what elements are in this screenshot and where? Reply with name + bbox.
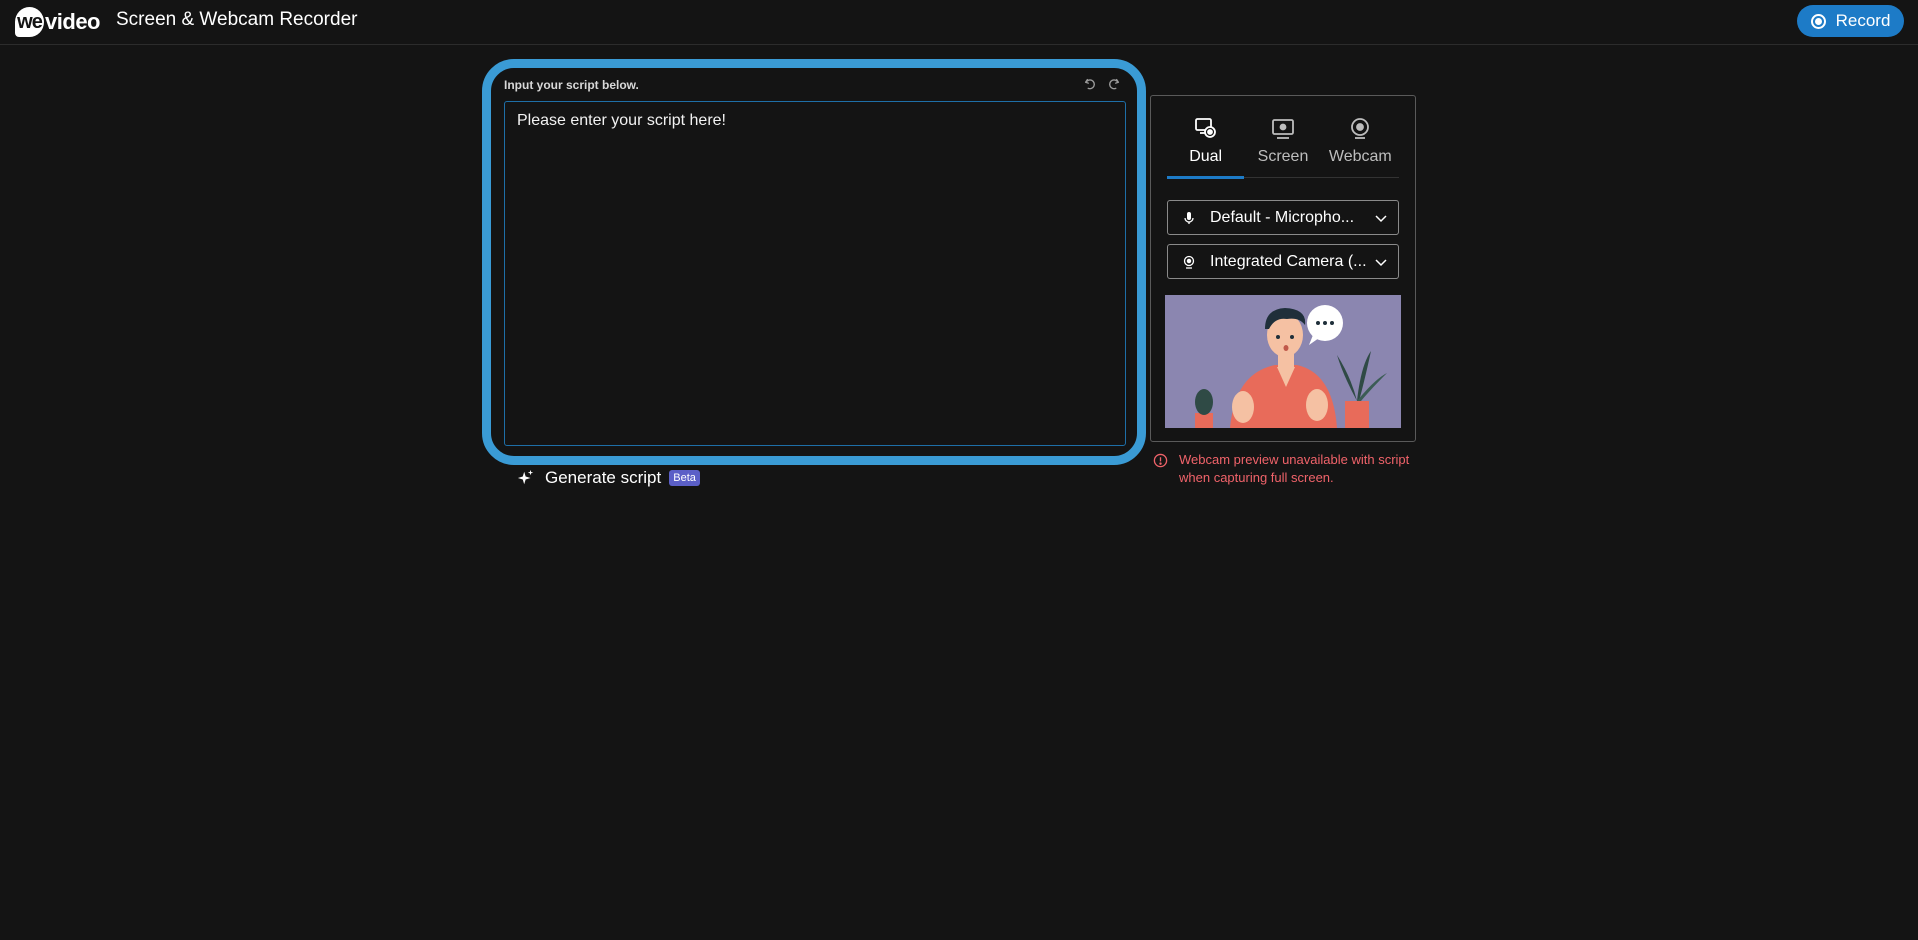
beta-badge: Beta (669, 470, 700, 486)
app-title: Screen & Webcam Recorder (116, 9, 358, 30)
sparkle-icon (517, 469, 534, 485)
tab-screen[interactable]: Screen (1244, 116, 1321, 177)
microphone-select-value: Default - Micropho... (1210, 208, 1355, 226)
record-button[interactable]: Record (1797, 5, 1904, 37)
recorder-panel: Dual Screen Webcam Default - Micropho...… (1150, 95, 1416, 442)
camera-select-value: Integrated Camera (... (1210, 252, 1367, 270)
undo-icon[interactable] (1083, 77, 1097, 91)
generate-script-label: Generate script (545, 468, 662, 487)
presenter-illustration (1165, 295, 1401, 428)
microphone-select[interactable]: Default - Micropho... (1167, 200, 1399, 235)
tab-dual-label: Dual (1189, 148, 1223, 165)
script-label: Input your script below. (504, 78, 639, 92)
camera-select[interactable]: Integrated Camera (... (1167, 244, 1399, 279)
record-icon (1810, 13, 1826, 29)
webcam-preview-illustration (1165, 295, 1401, 428)
logo-we: we (15, 7, 45, 37)
tab-webcam-label: Webcam (1328, 148, 1392, 165)
logo-video: video (45, 9, 100, 34)
wevideo-logo[interactable]: we video (15, 7, 100, 37)
tab-dual[interactable]: Dual (1167, 116, 1245, 179)
chevron-down-icon (1375, 214, 1387, 222)
top-bar: we video Screen & Webcam Recorder Record (0, 0, 1918, 45)
mode-tabs: Dual Screen Webcam (1167, 116, 1399, 179)
warning-text: Webcam preview unavailable with script w… (1179, 452, 1410, 485)
record-label: Record (1835, 11, 1891, 30)
webcam-warning: Webcam preview unavailable with script w… (1153, 451, 1413, 487)
script-input[interactable] (504, 101, 1126, 446)
chevron-down-icon (1375, 258, 1387, 266)
microphone-icon (1184, 211, 1194, 224)
screen-icon (1272, 119, 1294, 139)
tab-screen-label: Screen (1257, 148, 1309, 165)
generate-script-button[interactable]: Generate script Beta (517, 466, 700, 490)
redo-icon[interactable] (1107, 77, 1121, 91)
camera-icon (1183, 255, 1195, 269)
webcam-icon (1351, 118, 1370, 139)
tab-webcam[interactable]: Webcam (1322, 116, 1399, 177)
info-icon (1153, 453, 1168, 468)
dual-icon (1194, 118, 1216, 138)
